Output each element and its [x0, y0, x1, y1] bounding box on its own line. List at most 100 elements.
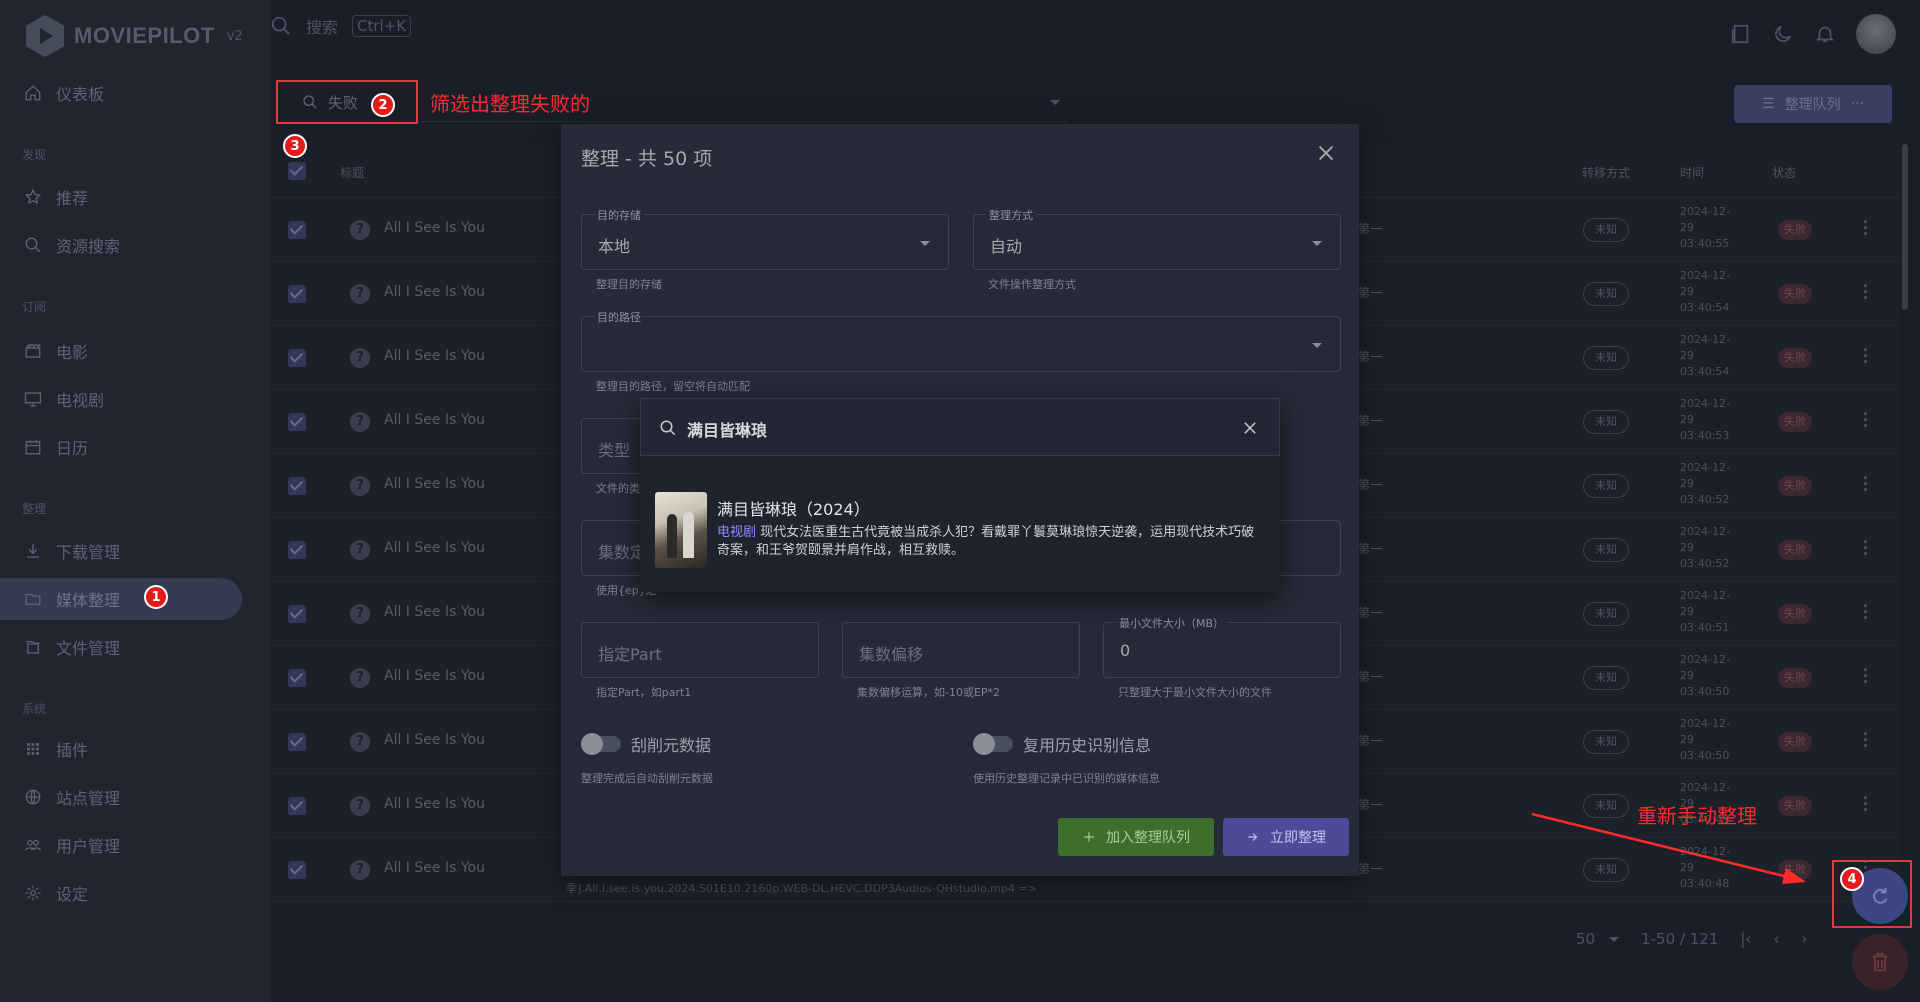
row-episode: 第一	[1358, 670, 1383, 684]
search-icon	[660, 420, 676, 436]
sidebar-item-settings[interactable]: 设定	[0, 872, 242, 914]
moon-icon[interactable]	[1772, 23, 1794, 45]
nav-section-system: 系统	[22, 702, 47, 716]
more-vertical-icon[interactable]	[1864, 412, 1868, 430]
sidebar-item-sites[interactable]: 站点管理	[0, 776, 242, 818]
sidebar-item-users[interactable]: 用户管理	[0, 824, 242, 866]
more-vertical-icon[interactable]	[1864, 796, 1868, 814]
scrape-toggle[interactable]	[581, 733, 621, 755]
sidebar-item-tv[interactable]: 电视剧	[0, 378, 242, 420]
close-icon[interactable]	[1241, 419, 1259, 437]
per-page-select[interactable]: 50	[1576, 930, 1620, 948]
sidebar-item-calendar[interactable]: 日历	[0, 426, 242, 468]
unknown-media-icon: ?	[350, 732, 370, 752]
bell-icon[interactable]	[1814, 23, 1836, 45]
status-badge: 失败	[1778, 220, 1812, 240]
row-checkbox[interactable]	[288, 413, 306, 431]
row-checkbox[interactable]	[288, 669, 306, 687]
unknown-media-icon: ?	[350, 796, 370, 816]
more-vertical-icon[interactable]	[1864, 540, 1868, 558]
sidebar-item-resource-search[interactable]: 资源搜索	[0, 224, 242, 266]
field-placeholder: 集数偏移	[859, 645, 924, 664]
more-vertical-icon[interactable]	[1864, 476, 1868, 494]
history-toggle[interactable]	[973, 733, 1013, 755]
row-transfer-mode: 未知	[1583, 410, 1629, 434]
transfer-now-button[interactable]: 立即整理	[1223, 818, 1349, 856]
sidebar-item-label: 媒体整理	[56, 591, 121, 610]
more-vertical-icon[interactable]	[1864, 220, 1868, 238]
transfer-queue-button[interactable]: ☰ 整理队列 ···	[1734, 85, 1892, 123]
download-icon	[24, 542, 42, 560]
tv-icon	[24, 390, 42, 408]
row-checkbox[interactable]	[288, 349, 306, 367]
sidebar-item-download[interactable]: 下载管理	[0, 530, 242, 572]
min-file-size-input[interactable]: 最小文件大小（MB） 0	[1103, 615, 1341, 678]
target-path-select[interactable]: 目的路径	[581, 309, 1341, 372]
row-checkbox[interactable]	[288, 605, 306, 623]
target-storage-select[interactable]: 目的存储 本地	[581, 207, 949, 270]
sidebar-item-media-organize[interactable]: 媒体整理	[0, 578, 242, 620]
user-avatar[interactable]	[1856, 14, 1896, 54]
row-checkbox[interactable]	[288, 477, 306, 495]
more-vertical-icon[interactable]	[1864, 348, 1868, 366]
row-episode: 第一	[1358, 478, 1383, 492]
status-filter-input[interactable]: 失败	[276, 80, 418, 124]
add-to-queue-button[interactable]: 加入整理队列	[1058, 818, 1214, 856]
transfer-mode-select[interactable]: 整理方式 自动	[973, 207, 1341, 270]
more-vertical-icon[interactable]	[1864, 604, 1868, 622]
sidebar-item-file-manage[interactable]: 文件管理	[0, 626, 242, 668]
row-episode: 第一	[1358, 798, 1383, 812]
more-vertical-icon[interactable]	[1864, 668, 1868, 686]
result-description: 电视剧 现代女法医重生古代竟被当成杀人犯？看戴罪丫鬟莫琳琅惊天逆袭，运用现代技术…	[717, 524, 1267, 560]
row-episode: 第一	[1358, 606, 1383, 620]
table-scrollbar[interactable]	[1902, 144, 1908, 310]
add-queue-label: 加入整理队列	[1106, 830, 1190, 846]
chevron-down-icon	[1312, 343, 1322, 348]
delete-button[interactable]	[1852, 934, 1908, 990]
sidebar-item-label: 下载管理	[56, 543, 121, 562]
row-checkbox[interactable]	[288, 221, 306, 239]
row-checkbox[interactable]	[288, 541, 306, 559]
next-page-icon[interactable]: ›	[1801, 930, 1807, 948]
app-name: MOVIEPILOT	[74, 23, 215, 48]
sidebar-item-movie[interactable]: 电影	[0, 330, 242, 372]
media-search-input[interactable]: 满目皆琳琅	[687, 417, 767, 441]
global-search[interactable]: 搜索 Ctrl+K	[270, 14, 412, 38]
pagination: 50 1-50 / 121 |‹ ‹ ›	[1576, 930, 1807, 948]
row-transfer-mode: 未知	[1583, 346, 1629, 370]
row-episode: 第一	[1358, 862, 1383, 876]
annotation-arrow	[1531, 812, 1806, 884]
field-placeholder: 类型	[598, 441, 631, 460]
app-logo[interactable]: MOVIEPILOT v2	[26, 14, 243, 58]
sidebar-item-dashboard[interactable]: 仪表板	[0, 72, 242, 114]
close-icon[interactable]	[1315, 142, 1337, 164]
target-storage-hint: 整理目的存储	[596, 278, 662, 291]
prev-page-icon[interactable]: ‹	[1773, 930, 1779, 948]
row-time: 2024-12-29 03:40:52	[1680, 525, 1730, 570]
episode-offset-input[interactable]: 集数偏移	[842, 622, 1080, 678]
annotation-badge-1: 1	[144, 585, 168, 609]
select-all-checkbox[interactable]	[288, 162, 306, 180]
status-badge: 失败	[1778, 348, 1812, 368]
files-icon	[24, 638, 42, 656]
status-badge: 失败	[1778, 540, 1812, 560]
row-checkbox[interactable]	[288, 797, 306, 815]
row-checkbox[interactable]	[288, 285, 306, 303]
window-icon[interactable]	[1730, 23, 1752, 45]
sidebar-item-recommend[interactable]: 推荐	[0, 176, 242, 218]
field-placeholder: 指定Part	[598, 645, 662, 664]
row-checkbox[interactable]	[288, 733, 306, 751]
field-label: 最小文件大小（MB）	[1116, 615, 1228, 631]
first-page-icon[interactable]: |‹	[1740, 930, 1751, 948]
media-search-popup: 满目皆琳琅 满目皆琳琅（2024） 电视剧 现代女法医重生古代竟被当成杀人犯？看…	[640, 398, 1280, 592]
part-input[interactable]: 指定Part	[581, 622, 819, 678]
row-title: All I See Is You	[384, 412, 485, 428]
search-result-item[interactable]: 满目皆琳琅（2024） 电视剧 现代女法医重生古代竟被当成杀人犯？看戴罪丫鬟莫琳…	[640, 462, 1280, 586]
more-vertical-icon[interactable]	[1864, 732, 1868, 750]
row-checkbox[interactable]	[288, 861, 306, 879]
search-shortcut: Ctrl+K	[352, 15, 412, 37]
more-vertical-icon[interactable]	[1864, 284, 1868, 302]
row-title: All I See Is You	[384, 540, 485, 556]
sidebar-item-plugins[interactable]: 插件	[0, 728, 242, 770]
row-transfer-mode: 未知	[1583, 282, 1629, 306]
